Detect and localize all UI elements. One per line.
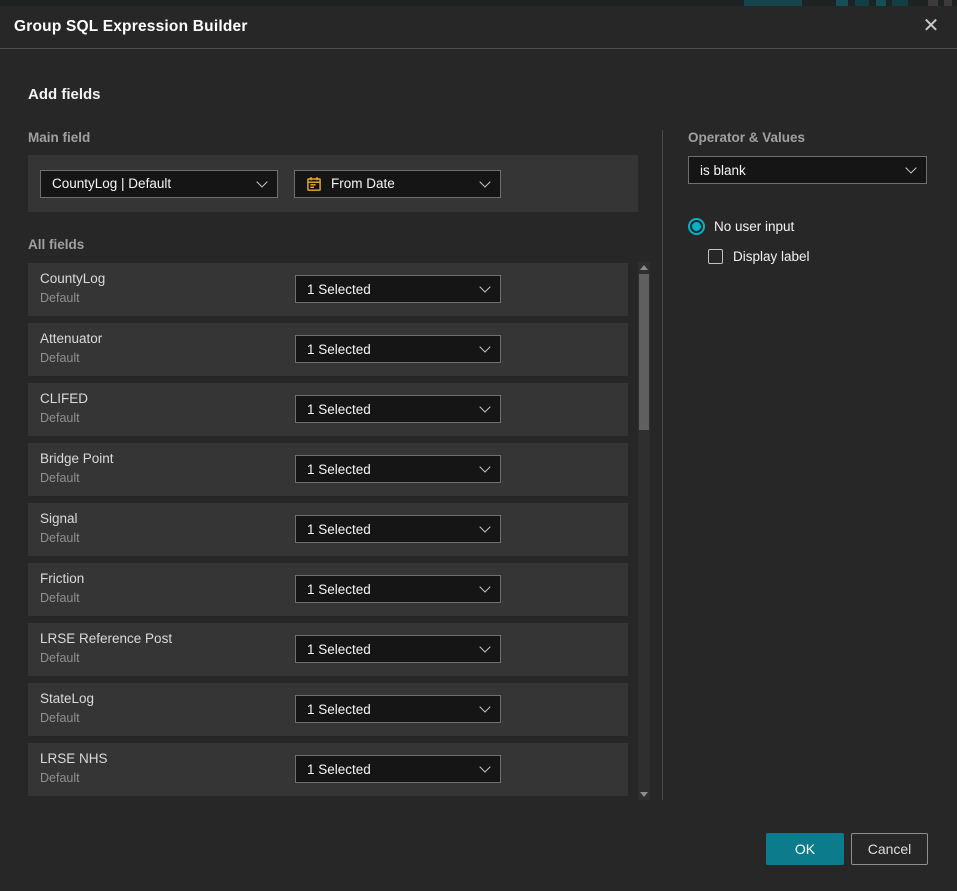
field-row: StateLog Default 1 Selected <box>28 683 628 736</box>
scrollbar-down-arrow-icon[interactable] <box>640 792 648 797</box>
field-name: LRSE Reference Post <box>40 631 172 646</box>
group-sql-expression-builder-dialog: Group SQL Expression Builder ✕ Add field… <box>0 0 957 891</box>
field-selected-value: 1 Selected <box>307 762 481 777</box>
main-field-source-value: CountyLog | Default <box>52 176 258 191</box>
chevron-down-icon <box>256 176 267 187</box>
field-selected-value: 1 Selected <box>307 342 481 357</box>
field-selected-dropdown[interactable]: 1 Selected <box>295 275 501 303</box>
field-sublabel: Default <box>40 771 80 785</box>
main-field-field-select[interactable]: From Date <box>294 170 501 198</box>
field-selected-dropdown[interactable]: 1 Selected <box>295 755 501 783</box>
chevron-down-icon <box>479 761 490 772</box>
field-name: Attenuator <box>40 331 102 346</box>
field-selected-value: 1 Selected <box>307 702 481 717</box>
main-field-field-value: From Date <box>331 176 481 191</box>
chevron-down-icon <box>479 521 490 532</box>
display-label-checkbox[interactable] <box>708 249 723 264</box>
dialog-title: Group SQL Expression Builder <box>14 18 248 36</box>
no-user-input-option: No user input <box>688 218 794 235</box>
field-sublabel: Default <box>40 411 80 425</box>
chevron-down-icon <box>479 341 490 352</box>
add-fields-heading: Add fields <box>28 86 101 103</box>
field-row: Signal Default 1 Selected <box>28 503 628 556</box>
list-scrollbar[interactable] <box>638 262 650 800</box>
field-selected-dropdown[interactable]: 1 Selected <box>295 695 501 723</box>
field-row: Friction Default 1 Selected <box>28 563 628 616</box>
field-sublabel: Default <box>40 471 80 485</box>
field-selected-value: 1 Selected <box>307 582 481 597</box>
field-row: CLIFED Default 1 Selected <box>28 383 628 436</box>
chevron-down-icon <box>479 176 490 187</box>
chevron-down-icon <box>479 581 490 592</box>
field-name: LRSE NHS <box>40 751 108 766</box>
field-row: LRSE NHS Default 1 Selected <box>28 743 628 796</box>
main-field-source-select[interactable]: CountyLog | Default <box>40 170 278 198</box>
field-row: CountyLog Default 1 Selected <box>28 263 628 316</box>
field-sublabel: Default <box>40 291 80 305</box>
field-sublabel: Default <box>40 711 80 725</box>
close-icon[interactable]: ✕ <box>919 15 943 39</box>
field-name: StateLog <box>40 691 94 706</box>
chevron-down-icon <box>479 641 490 652</box>
field-selected-dropdown[interactable]: 1 Selected <box>295 335 501 363</box>
display-label-label: Display label <box>733 249 810 264</box>
operator-select-value: is blank <box>700 163 907 178</box>
field-selected-dropdown[interactable]: 1 Selected <box>295 515 501 543</box>
calendar-icon <box>306 176 322 192</box>
field-selected-value: 1 Selected <box>307 642 481 657</box>
chevron-down-icon <box>479 401 490 412</box>
field-selected-value: 1 Selected <box>307 282 481 297</box>
field-row: LRSE Reference Post Default 1 Selected <box>28 623 628 676</box>
field-selected-value: 1 Selected <box>307 462 481 477</box>
field-selected-value: 1 Selected <box>307 522 481 537</box>
operator-values-label: Operator & Values <box>688 130 805 145</box>
field-name: CLIFED <box>40 391 88 406</box>
field-sublabel: Default <box>40 591 80 605</box>
chevron-down-icon <box>905 162 916 173</box>
field-row: Bridge Point Default 1 Selected <box>28 443 628 496</box>
field-sublabel: Default <box>40 531 80 545</box>
cancel-button[interactable]: Cancel <box>851 833 928 865</box>
field-name: CountyLog <box>40 271 105 286</box>
no-user-input-radio[interactable] <box>688 218 705 235</box>
dialog-body: Add fields Main field CountyLog | Defaul… <box>0 50 957 891</box>
no-user-input-label: No user input <box>714 219 794 234</box>
field-selected-dropdown[interactable]: 1 Selected <box>295 455 501 483</box>
field-sublabel: Default <box>40 351 80 365</box>
chevron-down-icon <box>479 281 490 292</box>
panel-divider <box>662 130 663 800</box>
chevron-down-icon <box>479 701 490 712</box>
field-selected-dropdown[interactable]: 1 Selected <box>295 575 501 603</box>
dialog-titlebar: Group SQL Expression Builder ✕ <box>0 6 957 49</box>
display-label-option: Display label <box>708 249 810 264</box>
all-fields-label: All fields <box>28 237 84 252</box>
main-field-panel: CountyLog | Default From Date <box>28 155 638 212</box>
field-name: Bridge Point <box>40 451 114 466</box>
field-selected-value: 1 Selected <box>307 402 481 417</box>
field-row: Attenuator Default 1 Selected <box>28 323 628 376</box>
scrollbar-up-arrow-icon[interactable] <box>640 265 648 270</box>
field-name: Signal <box>40 511 78 526</box>
main-field-label: Main field <box>28 130 90 145</box>
field-name: Friction <box>40 571 84 586</box>
scrollbar-thumb[interactable] <box>639 274 649 430</box>
field-selected-dropdown[interactable]: 1 Selected <box>295 395 501 423</box>
operator-select[interactable]: is blank <box>688 156 927 184</box>
chevron-down-icon <box>479 461 490 472</box>
field-sublabel: Default <box>40 651 80 665</box>
all-fields-list: CountyLog Default 1 Selected Attenuator … <box>28 263 628 803</box>
field-selected-dropdown[interactable]: 1 Selected <box>295 635 501 663</box>
ok-button[interactable]: OK <box>766 833 844 865</box>
